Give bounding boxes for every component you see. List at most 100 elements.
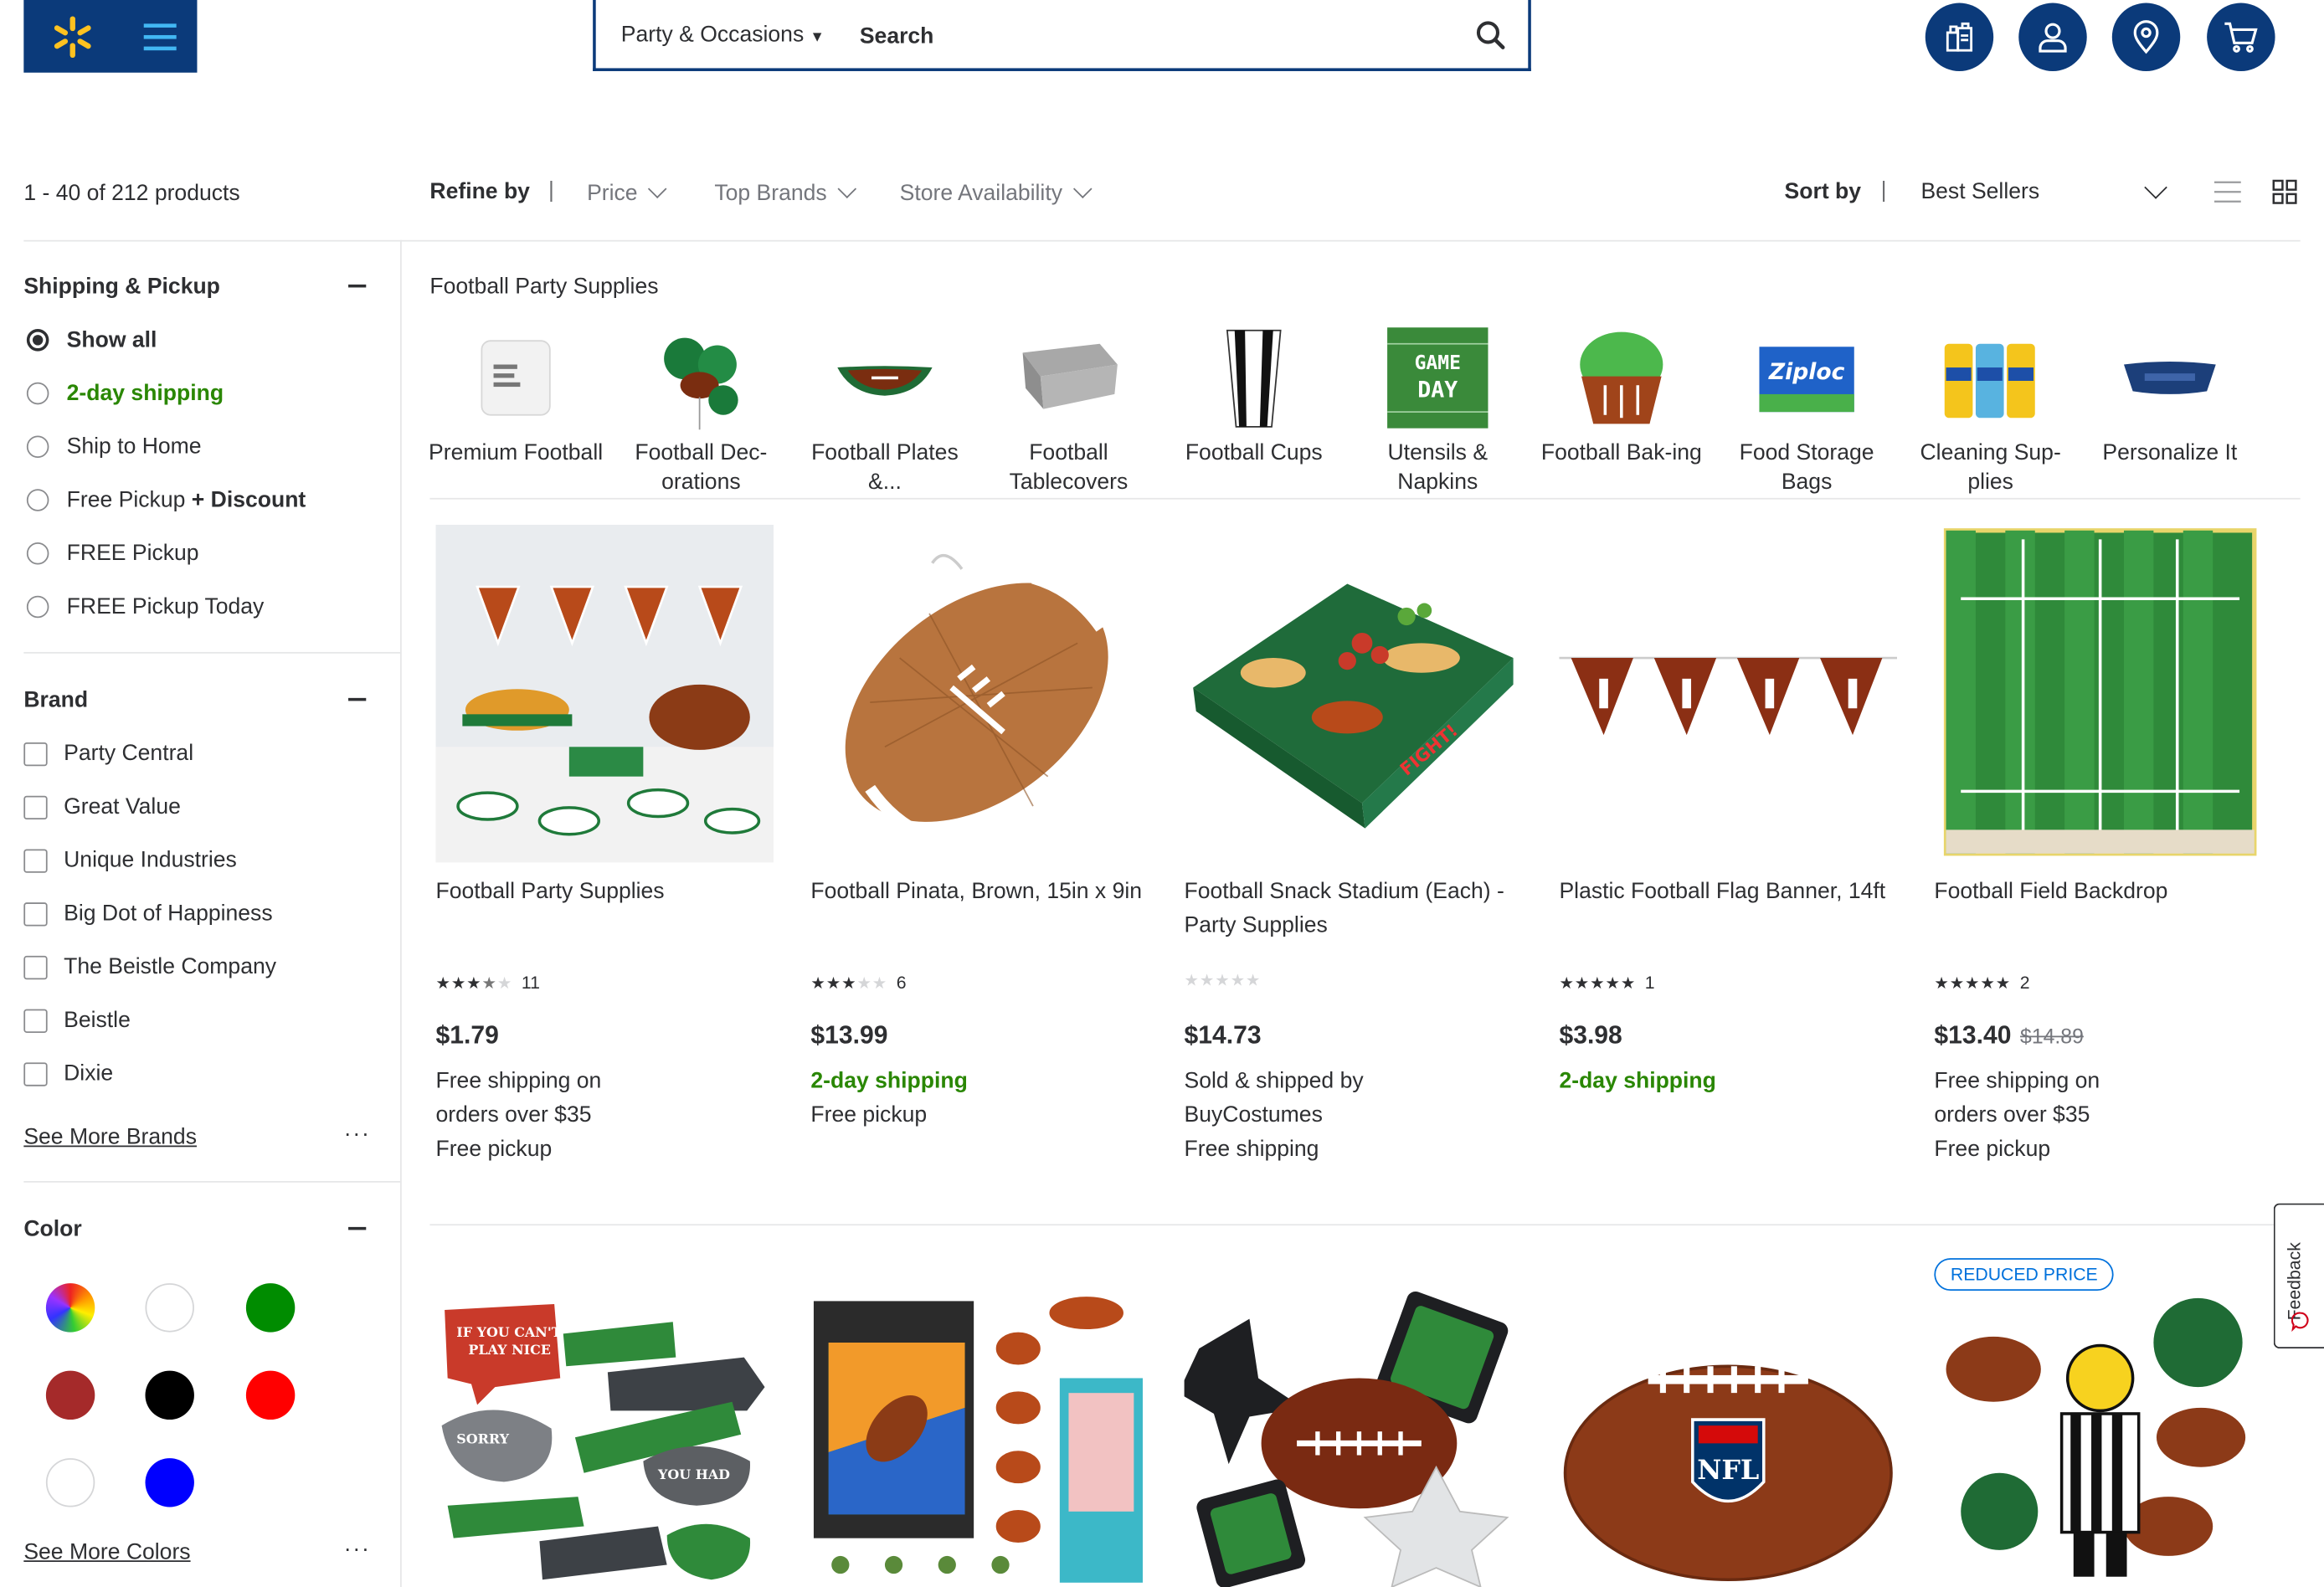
department-dropdown[interactable]: Party & Occasions ▼ [621, 23, 825, 48]
swatch-white[interactable] [45, 1458, 95, 1507]
see-more-brands-link[interactable]: See More Brands [23, 1125, 197, 1150]
menu-icon[interactable] [142, 19, 177, 54]
radio-free-pickup-discount[interactable] [26, 489, 49, 511]
product-image[interactable] [1934, 1289, 2273, 1587]
filter-top-brands[interactable]: Top Brands [714, 179, 856, 206]
product-title[interactable]: Football Snack Stadium (Each) - Party Su… [1185, 875, 1523, 942]
radio-free-pickup-today[interactable] [26, 595, 49, 619]
shipping-info: Free shipping on orders over $35 Free pic… [435, 1068, 602, 1162]
product-title[interactable]: Football Pinata, Brown, 15in x 9in [810, 875, 1149, 909]
category-thumbnail: GAME DAY [1386, 326, 1489, 429]
radio-show-all[interactable] [26, 329, 49, 352]
swatch-red[interactable] [245, 1370, 296, 1420]
product-image[interactable]: NFL [1559, 1289, 1898, 1587]
brand-label[interactable]: Big Dot of Happiness [64, 901, 272, 926]
list-view-icon[interactable] [2213, 179, 2241, 204]
sort-label: Sort by [1784, 179, 1862, 205]
review-count: 2 [2019, 972, 2030, 994]
brand-label[interactable]: Dixie [64, 1061, 113, 1086]
feedback-tab[interactable]: Feedback [2273, 1203, 2324, 1349]
category-football-cups[interactable]: Football Cups [1162, 326, 1346, 468]
radio-label[interactable]: 2-day shipping [67, 381, 224, 406]
category-cleaning-supplies[interactable]: Cleaning Sup-plies [1899, 326, 2083, 497]
category-personalize-it[interactable]: Personalize It [2082, 326, 2257, 468]
product-title[interactable]: Football Party Supplies [435, 875, 774, 909]
chat-bubble-icon [2291, 1312, 2309, 1333]
category-label: Football Plates &... [811, 439, 959, 496]
product-image[interactable]: FIGHT! [1184, 524, 1523, 863]
shipping-info: 2-day shipping Free pickup [810, 1068, 968, 1128]
radio-free-pickup[interactable] [26, 542, 49, 565]
radio-label[interactable]: Free Pickup + Discount [67, 487, 306, 512]
filter-price[interactable]: Price [587, 179, 667, 206]
divider: | [1880, 177, 1887, 203]
swatch-white[interactable] [145, 1283, 194, 1333]
chevron-down-icon[interactable] [2144, 176, 2167, 199]
account-button[interactable] [2018, 3, 2087, 71]
checkbox-brand[interactable] [23, 1062, 48, 1086]
store-finder-button[interactable] [2111, 3, 2181, 71]
product-price: $13.40 $14.89 [1934, 1020, 2084, 1050]
brand-label[interactable]: Beistle [64, 1008, 131, 1033]
product-image[interactable] [810, 524, 1149, 863]
more-options-icon[interactable]: ··· [344, 1122, 371, 1147]
search-icon[interactable] [1475, 19, 1508, 52]
brand-label[interactable]: Great Value [64, 794, 181, 819]
collapse-icon[interactable] [348, 1226, 367, 1230]
category-football-decorations[interactable]: Football Dec-orations [609, 326, 794, 497]
swatch-green[interactable] [245, 1283, 296, 1333]
category-food-storage-bags[interactable]: Ziploc Food Storage Bags [1715, 326, 1899, 497]
category-football-baking[interactable]: Football Bak-ing [1530, 326, 1714, 468]
sort-dropdown[interactable]: Best Sellers [1920, 179, 2039, 204]
checkbox-brand[interactable] [23, 742, 48, 767]
product-image[interactable] [810, 1289, 1149, 1587]
search-input[interactable] [856, 10, 1441, 61]
see-more-colors-link[interactable]: See More Colors [23, 1539, 190, 1564]
svg-text:PLAY NICE: PLAY NICE [468, 1342, 550, 1358]
checkbox-brand[interactable] [23, 955, 48, 980]
shipping-info: 2-day shipping [1559, 1068, 1716, 1094]
product-image[interactable]: IF YOU CAN'T PLAY NICE SORRY YOU HAD [435, 1289, 774, 1587]
brand-label[interactable]: Party Central [64, 741, 193, 766]
grid-view-icon[interactable] [2272, 179, 2297, 204]
product-image[interactable] [1184, 1289, 1523, 1587]
swatch-black[interactable] [145, 1370, 194, 1420]
category-football-plates[interactable]: Football Plates &... [793, 326, 977, 497]
checkbox-brand[interactable] [23, 1009, 48, 1033]
brand-label[interactable]: Unique Industries [64, 848, 237, 873]
category-label: Football Dec-orations [635, 439, 768, 496]
category-label: Football Bak-ing [1540, 439, 1702, 465]
product-image[interactable] [1559, 524, 1898, 863]
collapse-icon[interactable] [348, 284, 367, 288]
checkbox-brand[interactable] [23, 795, 48, 820]
category-thumbnail [1939, 326, 2043, 429]
product-image[interactable] [1934, 524, 2273, 863]
radio-2-day-shipping[interactable] [26, 382, 49, 405]
collapse-icon[interactable] [348, 697, 367, 701]
radio-label[interactable]: FREE Pickup Today [67, 594, 265, 619]
product-rating: ★★★★★ 2 [1934, 969, 2029, 996]
checkbox-brand[interactable] [23, 902, 48, 927]
product-title[interactable]: Football Field Backdrop [1934, 875, 2272, 909]
radio-ship-to-home[interactable] [26, 435, 49, 459]
category-premium-football[interactable]: Premium Football [424, 326, 608, 468]
shipping-section-title: Shipping & Pickup [23, 274, 220, 300]
cart-button[interactable] [2207, 3, 2275, 71]
swatch-brown[interactable] [45, 1370, 95, 1420]
svg-text:IF YOU CAN'T: IF YOU CAN'T [456, 1324, 561, 1340]
radio-label[interactable]: FREE Pickup [67, 541, 199, 566]
category-utensils-napkins[interactable]: GAME DAY Utensils & Napkins [1346, 326, 1530, 497]
radio-label[interactable]: Show all [67, 327, 157, 352]
more-options-icon[interactable]: ··· [344, 1537, 371, 1562]
product-image[interactable] [435, 524, 774, 863]
reorder-button[interactable] [1925, 3, 1994, 71]
swatch-blue[interactable] [145, 1458, 194, 1507]
category-football-tablecovers[interactable]: Football Tablecovers [977, 326, 1161, 497]
walmart-logo[interactable] [23, 0, 198, 73]
checkbox-brand[interactable] [23, 849, 48, 873]
product-title[interactable]: Plastic Football Flag Banner, 14ft [1559, 875, 1897, 909]
brand-label[interactable]: The Beistle Company [64, 954, 276, 979]
swatch-multicolor[interactable] [45, 1283, 95, 1333]
filter-store-availability[interactable]: Store Availability [900, 179, 1093, 206]
radio-label[interactable]: Ship to Home [67, 434, 202, 460]
